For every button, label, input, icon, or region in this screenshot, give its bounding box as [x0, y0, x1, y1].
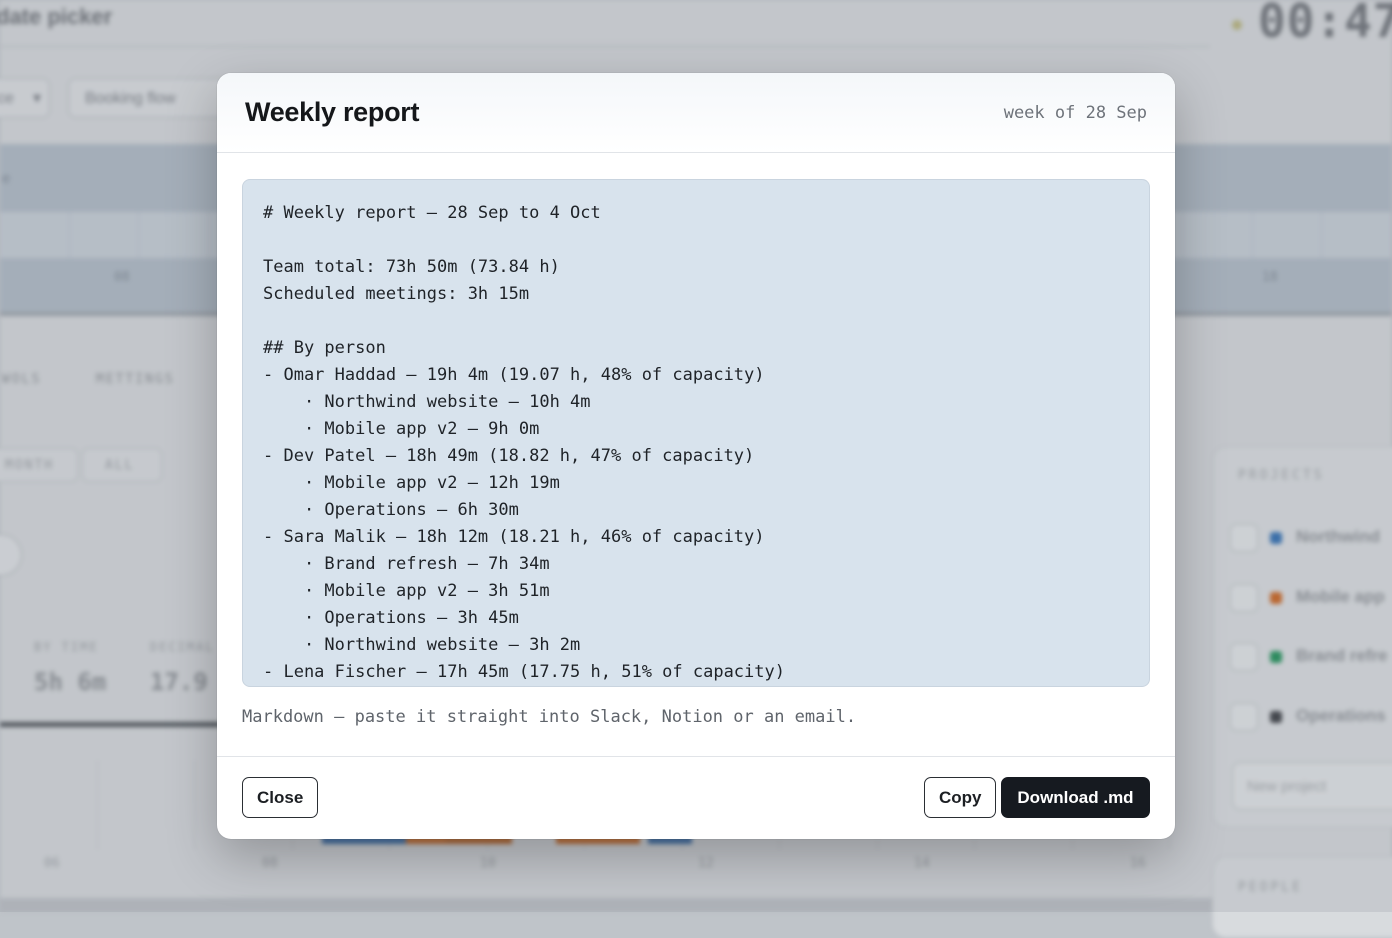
- dialog-title: Weekly report: [245, 97, 420, 127]
- report-textarea[interactable]: # Weekly report — 28 Sep to 4 Oct Team t…: [242, 179, 1150, 687]
- markdown-hint: Markdown — paste it straight into Slack,…: [242, 707, 857, 727]
- report-line: - Dev Patel — 18h 49m (18.82 h, 47% of c…: [263, 446, 755, 466]
- report-line: - Lena Fischer — 17h 45m (17.75 h, 51% o…: [263, 662, 785, 682]
- weekly-report-dialog: Weekly report week of 28 Sep # Weekly re…: [217, 73, 1175, 839]
- report-line: [263, 308, 1129, 335]
- report-markdown-text[interactable]: # Weekly report — 28 Sep to 4 Oct Team t…: [243, 180, 1149, 687]
- report-line: [263, 227, 1129, 254]
- copy-button[interactable]: Copy: [924, 777, 996, 818]
- report-line: Team total: 73h 50m (73.84 h): [263, 257, 560, 277]
- report-line: Scheduled meetings: 3h 15m: [263, 284, 530, 304]
- report-line: · Northwind website — 3h 2m: [263, 635, 581, 655]
- download-md-button[interactable]: Download .md: [1001, 777, 1150, 818]
- report-line: · Northwind website — 11h 45m: [263, 686, 1129, 687]
- report-line: · Brand refresh — 7h 34m: [263, 554, 550, 574]
- report-line: · Northwind website — 10h 4m: [263, 392, 591, 412]
- dialog-header: Weekly report week of 28 Sep: [217, 73, 1175, 153]
- report-line: · Mobile app v2 — 12h 19m: [263, 473, 560, 493]
- dialog-subtitle: week of 28 Sep: [1003, 103, 1147, 123]
- report-line: · Mobile app v2 — 9h 0m: [263, 419, 540, 439]
- report-line: - Sara Malik — 18h 12m (18.21 h, 46% of …: [263, 527, 765, 547]
- report-line: · Mobile app v2 — 3h 51m: [263, 581, 550, 601]
- footer-divider: [217, 756, 1175, 757]
- report-line: ## By person: [263, 338, 386, 358]
- report-line: - Omar Haddad — 19h 4m (19.07 h, 48% of …: [263, 365, 765, 385]
- close-button[interactable]: Close: [242, 777, 318, 818]
- report-line: · Operations — 6h 30m: [263, 500, 519, 520]
- report-line: # Weekly report — 28 Sep to 4 Oct: [263, 203, 601, 223]
- report-line: · Operations — 3h 45m: [263, 608, 519, 628]
